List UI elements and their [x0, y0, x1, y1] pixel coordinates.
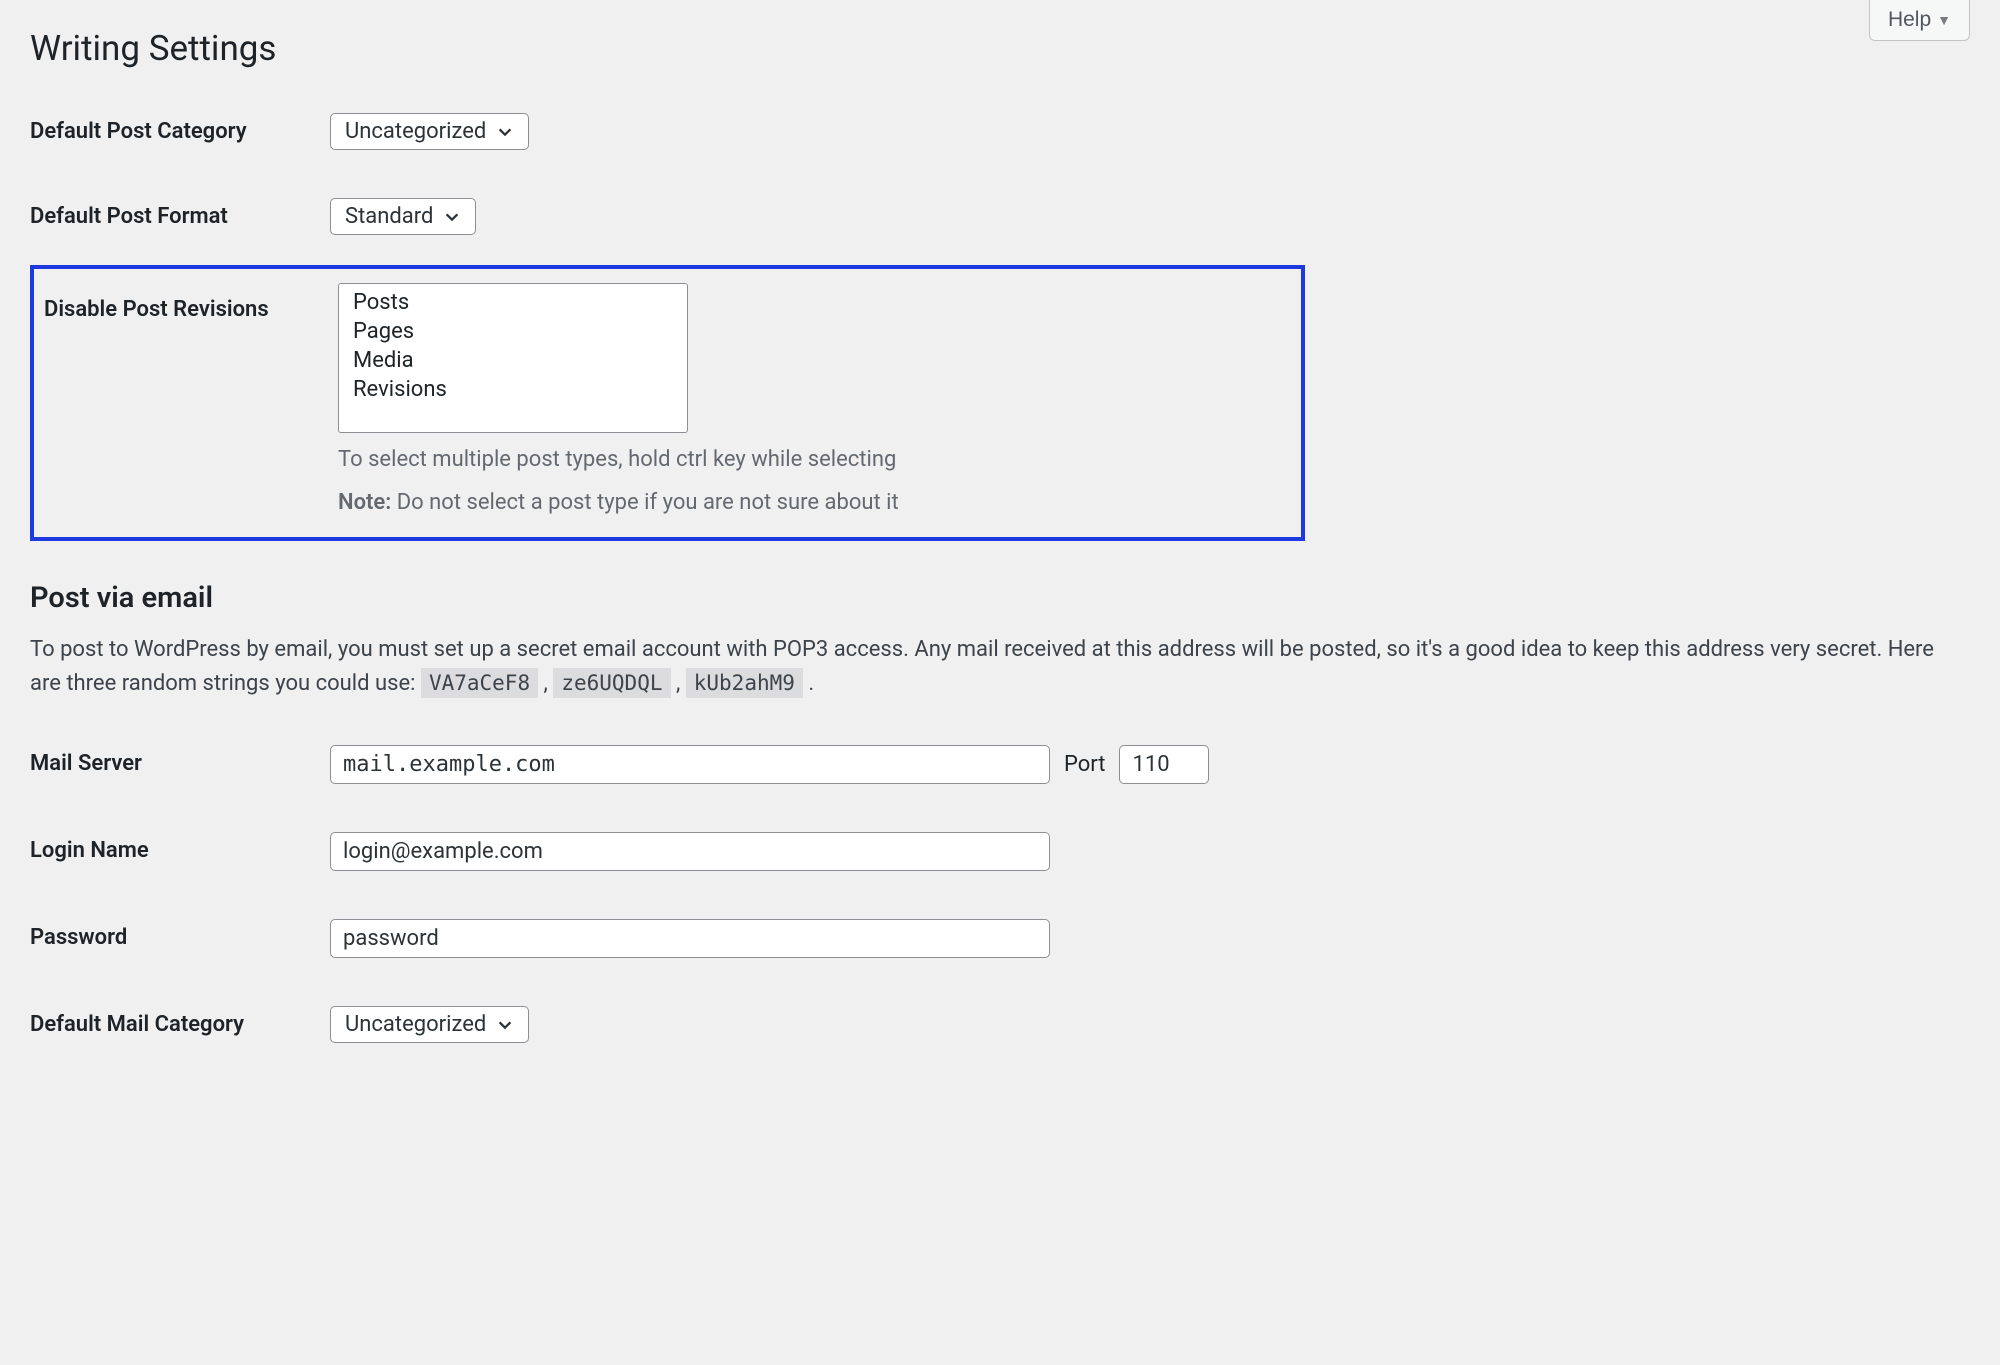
port-input[interactable] — [1119, 745, 1209, 784]
default-post-format-select[interactable]: Standard — [330, 198, 476, 235]
separator: , — [671, 671, 686, 696]
disable-post-revisions-label: Disable Post Revisions — [44, 283, 338, 519]
default-post-category-value: Uncategorized — [345, 119, 486, 144]
post-via-email-heading: Post via email — [30, 581, 1970, 615]
revisions-note: Note: Do not select a post type if you a… — [338, 486, 1291, 519]
port-label: Port — [1064, 752, 1105, 777]
default-mail-category-label: Default Mail Category — [30, 982, 330, 1067]
random-token: kUb2ahM9 — [686, 668, 803, 698]
separator: , — [538, 671, 553, 696]
mail-server-input[interactable] — [330, 745, 1050, 784]
login-name-input[interactable] — [330, 832, 1050, 871]
chevron-down-icon — [496, 1016, 514, 1034]
note-text: Do not select a post type if you are not… — [391, 490, 898, 515]
post-via-email-intro: To post to WordPress by email, you must … — [30, 633, 1950, 701]
note-label: Note: — [338, 490, 391, 515]
default-post-format-value: Standard — [345, 204, 433, 229]
chevron-down-icon — [496, 123, 514, 141]
mail-server-label: Mail Server — [30, 721, 330, 808]
default-post-category-select[interactable]: Uncategorized — [330, 113, 529, 150]
password-input[interactable] — [330, 919, 1050, 958]
chevron-down-icon — [443, 208, 461, 226]
help-label: Help — [1888, 8, 1931, 32]
help-button[interactable]: Help ▼ — [1869, 0, 1970, 41]
default-mail-category-value: Uncategorized — [345, 1012, 486, 1037]
disable-post-revisions-row: Disable Post Revisions Posts Pages Media… — [30, 265, 1305, 541]
default-mail-category-select[interactable]: Uncategorized — [330, 1006, 529, 1043]
default-post-format-label: Default Post Format — [30, 174, 330, 259]
disable-post-revisions-multiselect[interactable]: Posts Pages Media Revisions — [338, 283, 688, 433]
chevron-down-icon: ▼ — [1937, 12, 1951, 28]
period: . — [803, 671, 814, 696]
random-token: ze6UQDQL — [553, 668, 670, 698]
page-title: Writing Settings — [30, 0, 1970, 89]
multiselect-option[interactable]: Revisions — [339, 375, 687, 404]
multiselect-option[interactable]: Pages — [339, 317, 687, 346]
login-name-label: Login Name — [30, 808, 330, 895]
intro-text: To post to WordPress by email, you must … — [30, 637, 1934, 696]
multiselect-option[interactable]: Posts — [339, 288, 687, 317]
password-label: Password — [30, 895, 330, 982]
revisions-hint: To select multiple post types, hold ctrl… — [338, 443, 1291, 476]
random-token: VA7aCeF8 — [421, 668, 538, 698]
default-post-category-label: Default Post Category — [30, 89, 330, 174]
multiselect-option[interactable]: Media — [339, 346, 687, 375]
